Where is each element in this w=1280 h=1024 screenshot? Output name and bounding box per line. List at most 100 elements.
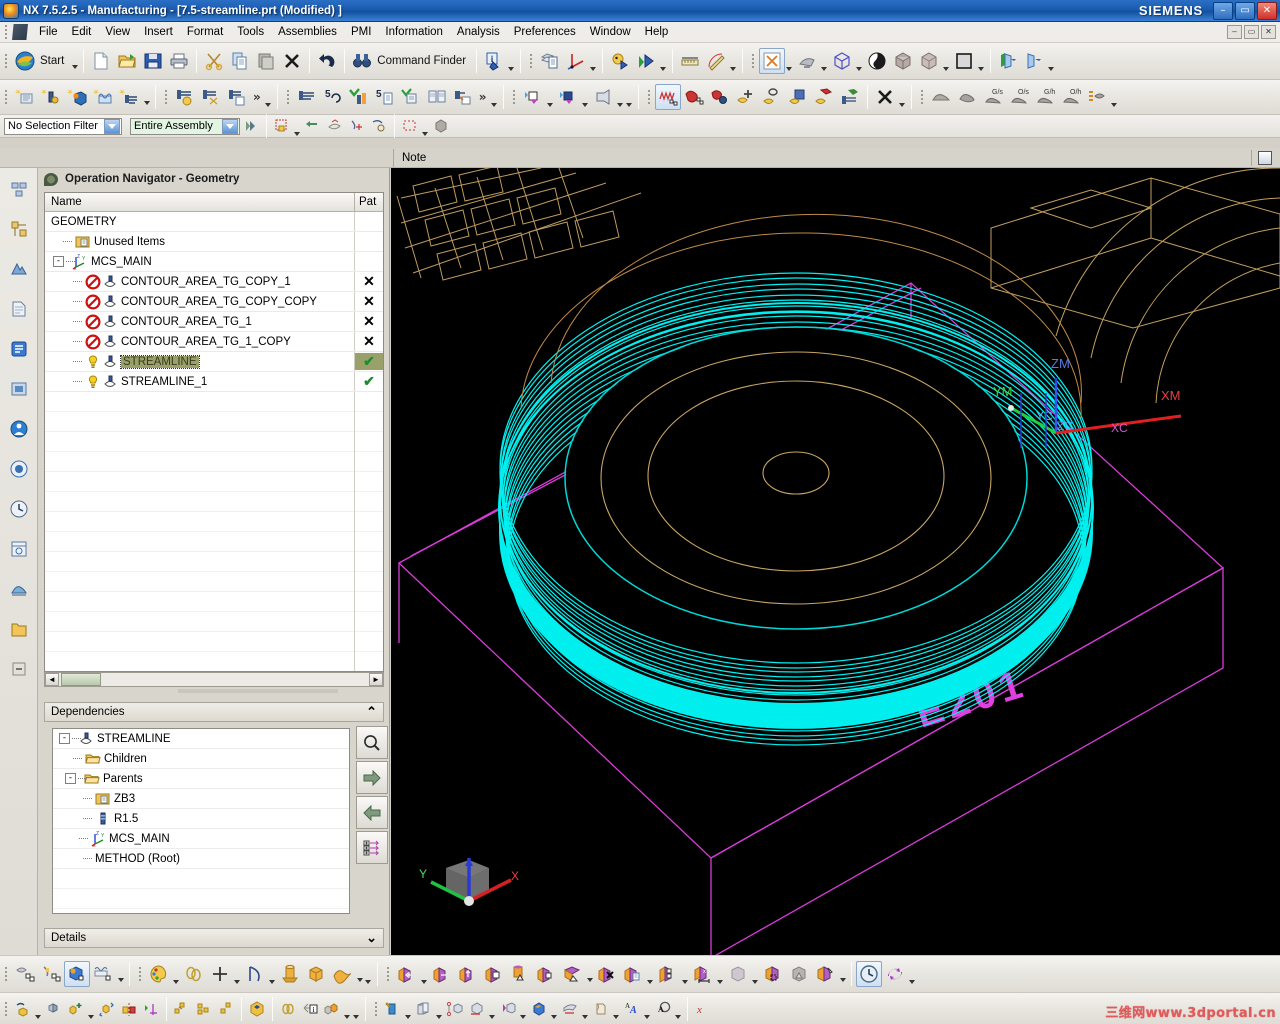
- blend-caret-icon[interactable]: [581, 996, 590, 1022]
- arrange-icon[interactable]: [140, 998, 162, 1020]
- offset-face-icon[interactable]: [455, 961, 481, 987]
- operation-tree[interactable]: Name Pat GEOMETRY Unused Items - Z Y x M…: [44, 192, 384, 672]
- paste-face-caret-icon[interactable]: [646, 961, 655, 987]
- menu-grip[interactable]: [3, 24, 10, 40]
- edge-blend-icon[interactable]: [559, 998, 581, 1020]
- move-object-icon[interactable]: [607, 48, 633, 74]
- plus-point-icon[interactable]: [207, 961, 233, 987]
- extrude-solid-icon[interactable]: [413, 998, 435, 1020]
- create-program-icon[interactable]: [12, 84, 38, 110]
- command-finder-label[interactable]: Command Finder: [375, 55, 472, 67]
- background-caret-icon[interactable]: [977, 48, 986, 74]
- gouge-check-icon[interactable]: G/s: [980, 84, 1006, 110]
- chain-curve-icon[interactable]: [181, 961, 207, 987]
- tree-row-name[interactable]: CONTOUR_AREA_TG_1: [45, 312, 355, 332]
- layers-icon[interactable]: [537, 48, 563, 74]
- drill-caret-icon[interactable]: [616, 84, 625, 110]
- bottom-grip-2[interactable]: [137, 966, 144, 982]
- column-header-name[interactable]: Name: [45, 193, 355, 211]
- zoom-view-icon[interactable]: [794, 48, 820, 74]
- tree-row-name[interactable]: GEOMETRY: [45, 216, 355, 228]
- add-component-icon[interactable]: [65, 998, 87, 1020]
- resource-assembly-navigator[interactable]: [3, 172, 35, 206]
- create-caret-icon[interactable]: [142, 84, 151, 110]
- resource-part-navigator[interactable]: [3, 252, 35, 286]
- transfer-caret-icon[interactable]: [1110, 84, 1119, 110]
- remove-caret-icon[interactable]: [898, 84, 907, 110]
- wave-linker-icon[interactable]: [171, 998, 193, 1020]
- info-dropdown-caret-icon[interactable]: [507, 48, 516, 74]
- binoculars-icon[interactable]: [349, 48, 375, 74]
- tree-row-name[interactable]: Unused Items: [45, 232, 355, 252]
- point-caret-icon[interactable]: [233, 961, 242, 987]
- component-color-caret2-icon[interactable]: [352, 996, 361, 1022]
- details-header[interactable]: Details ⌄: [44, 928, 384, 948]
- verify-toolpath-icon[interactable]: [294, 84, 320, 110]
- floppy-disk-icon[interactable]: [140, 48, 166, 74]
- datum-caret-icon[interactable]: [488, 996, 497, 1022]
- bottom2-grip-2[interactable]: [373, 1000, 380, 1017]
- component-caret-icon[interactable]: [87, 996, 96, 1022]
- resource-web-browser[interactable]: [3, 532, 35, 566]
- annotation-text-icon[interactable]: AA: [621, 998, 643, 1020]
- mfg-overflow2-icon[interactable]: »: [476, 90, 490, 104]
- mill-planar-caret-icon[interactable]: [581, 84, 590, 110]
- overcut-holder-icon[interactable]: O/h: [1058, 84, 1084, 110]
- list-item[interactable]: Z Y x MCS_MAIN: [53, 829, 349, 849]
- selection-filter-combo[interactable]: No Selection Filter: [4, 117, 122, 135]
- component-color-icon[interactable]: [321, 998, 343, 1020]
- start-menu-caret-icon[interactable]: [70, 48, 79, 74]
- menu-item-file[interactable]: File: [32, 24, 65, 40]
- column-header-path[interactable]: Pat: [355, 193, 383, 211]
- toolbar-grip-3[interactable]: [750, 53, 758, 69]
- table-row[interactable]: STREAMLINE_1 ✔: [45, 372, 383, 392]
- clip-section-icon[interactable]: [995, 48, 1021, 74]
- analyze-toolpath-icon[interactable]: [707, 84, 733, 110]
- bottom-grip-1[interactable]: [3, 966, 10, 982]
- resource-manufacturing-wizards[interactable]: [3, 652, 35, 686]
- graphics-viewport[interactable]: E201 ZM YM XM ZC YC XC Y X: [391, 168, 1280, 955]
- solid-caret-icon[interactable]: [355, 961, 364, 987]
- color-palette-icon[interactable]: [146, 961, 172, 987]
- text-caret-icon[interactable]: [643, 996, 652, 1022]
- toolpath-display-icon[interactable]: [654, 84, 681, 110]
- trim-caret-icon[interactable]: [612, 996, 621, 1022]
- datum-plane-icon[interactable]: [466, 998, 488, 1020]
- tree-horizontal-scrollbar[interactable]: ◄ ►: [44, 672, 384, 687]
- hole-feature-icon[interactable]: [759, 84, 785, 110]
- list-toolpath-icon[interactable]: 5: [372, 84, 398, 110]
- cut-toolpath-icon[interactable]: [198, 84, 224, 110]
- chain-icon[interactable]: [277, 998, 299, 1020]
- face-caret-icon[interactable]: [585, 961, 594, 987]
- toolbar-grip-2[interactable]: [528, 53, 536, 69]
- snap-caret-icon[interactable]: [293, 113, 302, 139]
- history-clock-icon[interactable]: [856, 961, 882, 987]
- background-swatch-icon[interactable]: [951, 48, 977, 74]
- dep-expander-icon[interactable]: -: [65, 773, 76, 784]
- menu-item-information[interactable]: Information: [378, 24, 450, 40]
- measure-caret-icon[interactable]: [729, 48, 738, 74]
- doc-minimize-button[interactable]: –: [1227, 25, 1242, 39]
- menu-item-help[interactable]: Help: [638, 24, 676, 40]
- snap-point-icon[interactable]: [271, 115, 293, 137]
- sketch-icon[interactable]: [382, 998, 404, 1020]
- clip-caret-icon[interactable]: [1047, 48, 1056, 74]
- dep-row-name[interactable]: Children: [53, 749, 349, 769]
- copy-face-icon[interactable]: [481, 961, 507, 987]
- wire-cube-icon[interactable]: [916, 48, 942, 74]
- undo-arrow-icon[interactable]: [314, 48, 340, 74]
- table-row[interactable]: CONTOUR_AREA_TG_COPY_1 ✕: [45, 272, 383, 292]
- turn-caret-icon[interactable]: [625, 84, 634, 110]
- menu-item-format[interactable]: Format: [180, 24, 230, 40]
- resource-constraint-navigator[interactable]: [3, 212, 35, 246]
- rect-select-caret-icon[interactable]: [421, 113, 430, 139]
- tree-row-name[interactable]: CONTOUR_AREA_TG_COPY_1: [45, 272, 355, 292]
- boss-feature-icon[interactable]: [811, 84, 837, 110]
- arc-caret-icon[interactable]: [268, 961, 277, 987]
- resource-hd3d-tools[interactable]: [3, 572, 35, 606]
- sketch-caret-icon[interactable]: [404, 996, 413, 1022]
- scroll-thumb[interactable]: [61, 673, 101, 686]
- maximize-button[interactable]: ▭: [1235, 1, 1255, 20]
- wcs-axis-icon[interactable]: [563, 48, 589, 74]
- list-item[interactable]: METHOD (Root): [53, 849, 349, 869]
